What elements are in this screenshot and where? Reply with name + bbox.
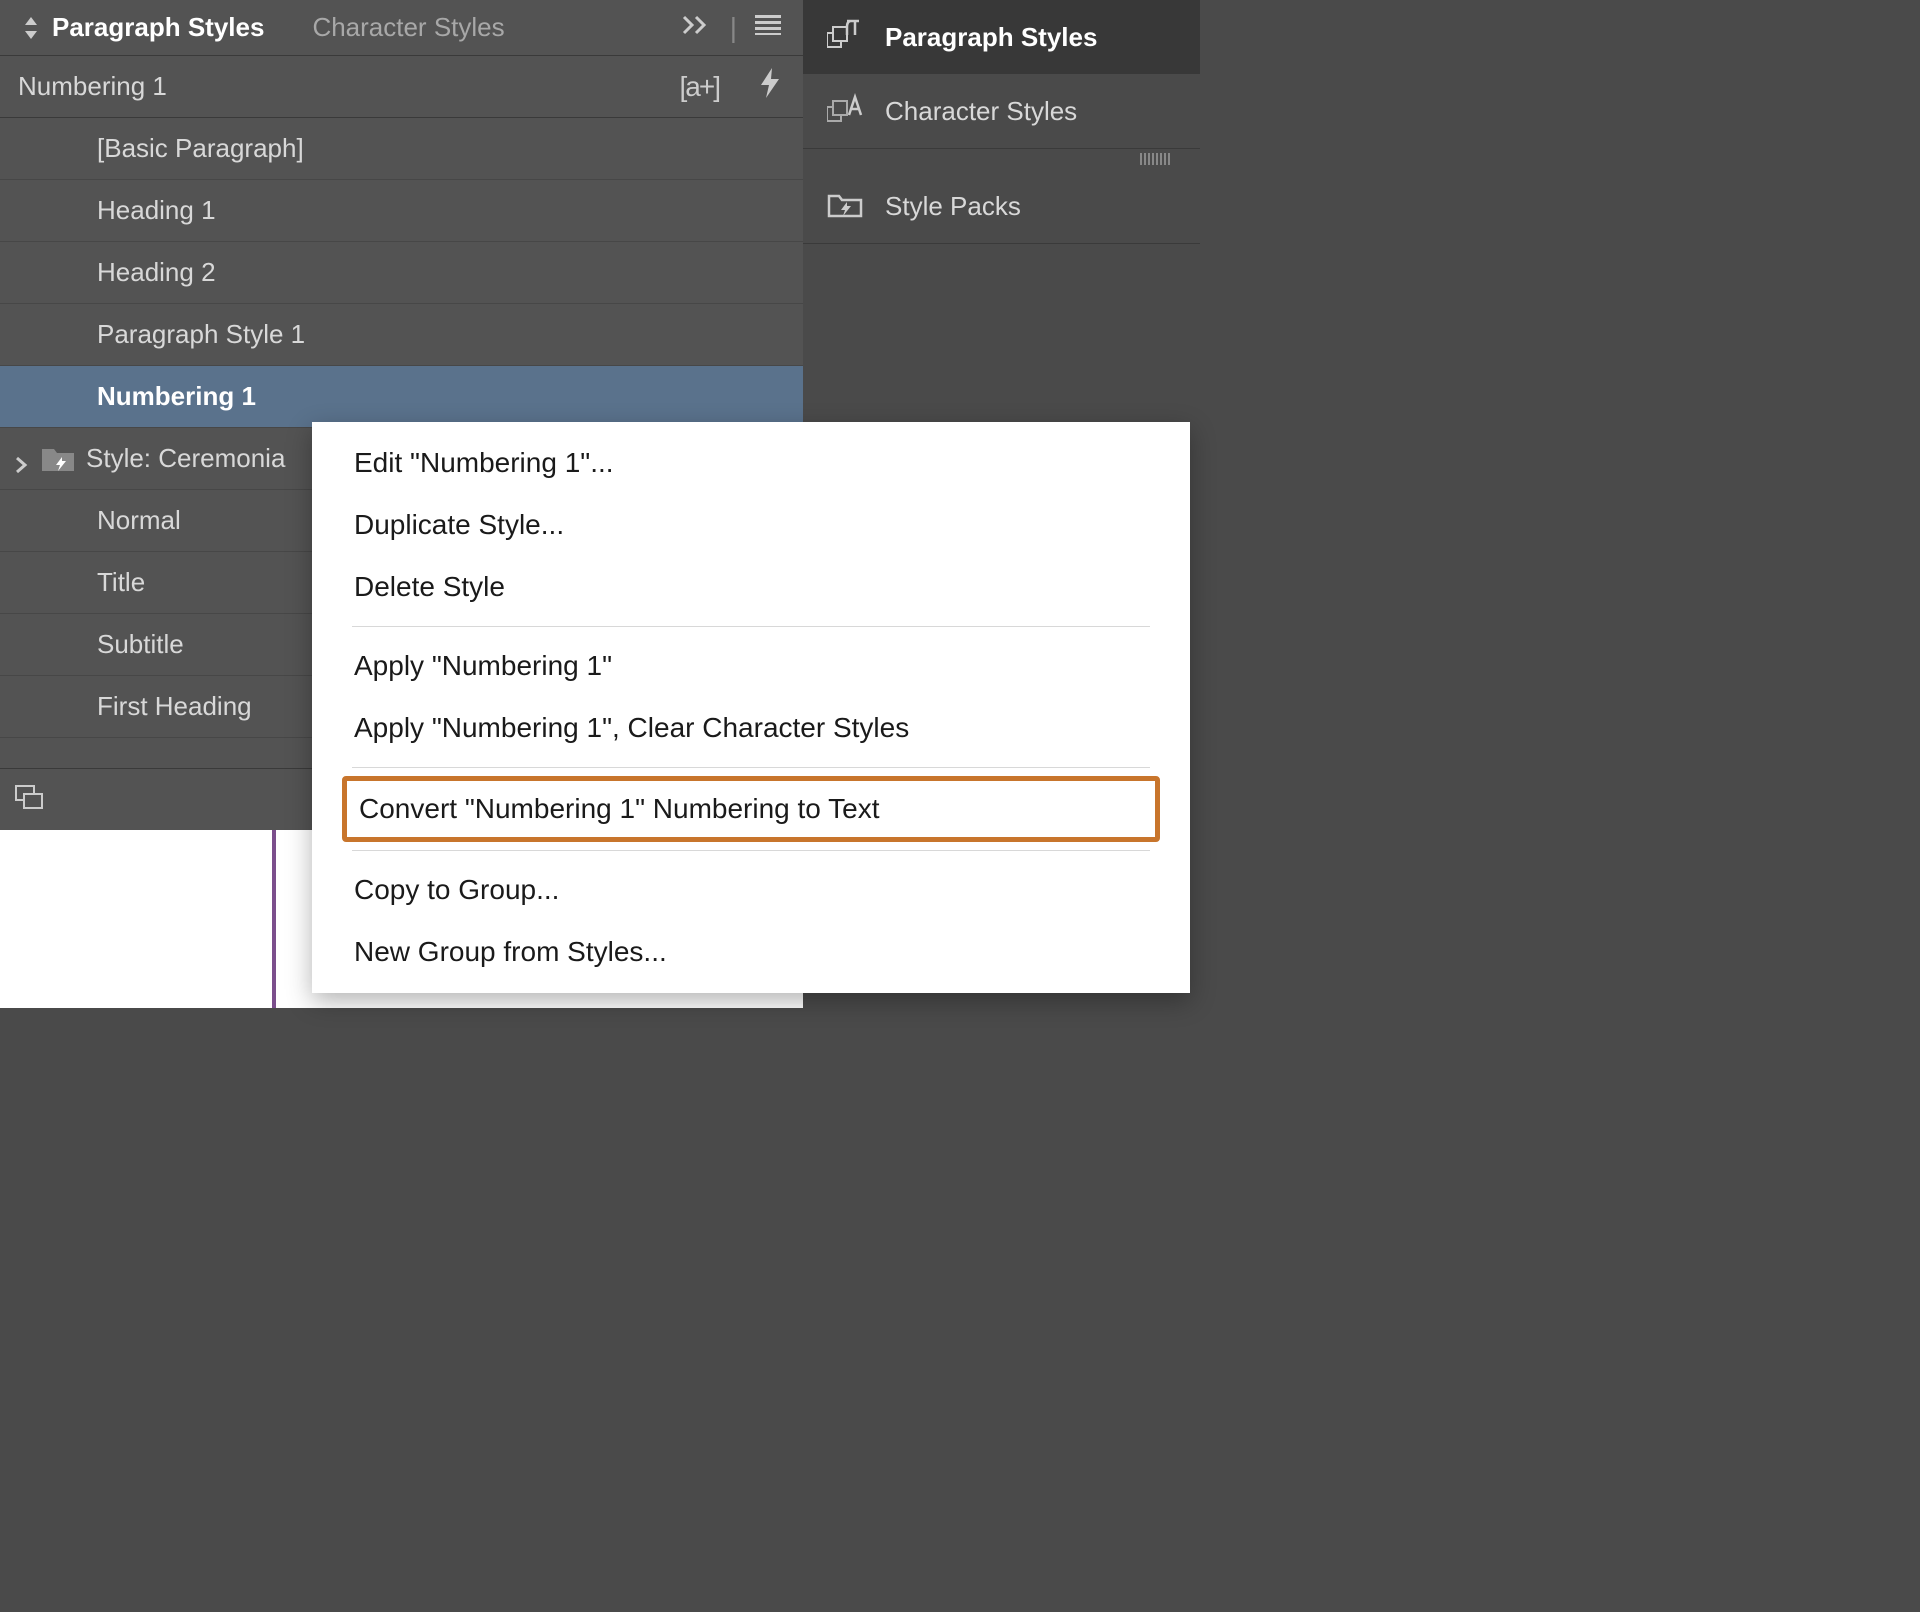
panel-grip[interactable] xyxy=(803,149,1200,169)
menu-copy-to-group[interactable]: Copy to Group... xyxy=(312,859,1190,921)
panel-header: Numbering 1 [a+] xyxy=(0,56,803,118)
quick-apply-icon[interactable] xyxy=(759,68,781,105)
panel-menu-icon[interactable] xyxy=(755,15,781,40)
menu-label: Apply "Numbering 1" xyxy=(354,650,612,681)
paragraph-styles-icon xyxy=(827,19,863,56)
style-label: Heading 1 xyxy=(97,195,216,226)
menu-label: New Group from Styles... xyxy=(354,936,667,967)
menu-duplicate-style[interactable]: Duplicate Style... xyxy=(312,494,1190,556)
panel-tab-controls: | xyxy=(682,12,803,44)
style-item-heading-1[interactable]: Heading 1 xyxy=(0,180,803,242)
menu-label: Convert "Numbering 1" Numbering to Text xyxy=(359,793,880,824)
menu-delete-style[interactable]: Delete Style xyxy=(312,556,1190,618)
style-label: Subtitle xyxy=(97,629,184,660)
style-label: First Heading xyxy=(97,691,252,722)
clear-overrides-icon[interactable] xyxy=(14,784,44,815)
current-style-name: Numbering 1 xyxy=(18,71,167,102)
menu-divider xyxy=(352,626,1150,627)
menu-label: Apply "Numbering 1", Clear Character Sty… xyxy=(354,712,909,743)
style-label: Normal xyxy=(97,505,181,536)
style-label: [Basic Paragraph] xyxy=(97,133,304,164)
collapse-icon[interactable] xyxy=(682,15,712,40)
menu-divider xyxy=(352,767,1150,768)
style-item-paragraph-style-1[interactable]: Paragraph Style 1 xyxy=(0,304,803,366)
highlighted-menu-item: Convert "Numbering 1" Numbering to Text xyxy=(342,776,1160,842)
menu-new-group[interactable]: New Group from Styles... xyxy=(312,921,1190,983)
sort-icon xyxy=(24,17,38,39)
chevron-right-icon xyxy=(12,450,30,468)
style-context-menu: Edit "Numbering 1"... Duplicate Style...… xyxy=(312,422,1190,993)
style-label: Title xyxy=(97,567,145,598)
tab-paragraph-styles[interactable]: Paragraph Styles xyxy=(0,0,288,55)
menu-label: Duplicate Style... xyxy=(354,509,564,540)
new-style-override-icon[interactable]: [a+] xyxy=(680,71,719,103)
side-panel: Paragraph Styles Character Styles Style … xyxy=(803,0,1200,244)
side-label: Character Styles xyxy=(885,96,1077,127)
style-item-numbering-1[interactable]: Numbering 1 xyxy=(0,366,803,428)
tab-label: Paragraph Styles xyxy=(52,12,264,43)
side-item-style-packs[interactable]: Style Packs xyxy=(803,169,1200,243)
style-packs-icon xyxy=(827,188,863,225)
tab-label: Character Styles xyxy=(312,12,504,43)
side-item-paragraph-styles[interactable]: Paragraph Styles xyxy=(803,0,1200,74)
menu-edit-style[interactable]: Edit "Numbering 1"... xyxy=(312,432,1190,494)
character-styles-icon xyxy=(827,93,863,130)
menu-label: Edit "Numbering 1"... xyxy=(354,447,614,478)
style-item-basic-paragraph[interactable]: [Basic Paragraph] xyxy=(0,118,803,180)
style-label: Numbering 1 xyxy=(97,381,256,412)
side-item-character-styles[interactable]: Character Styles xyxy=(803,74,1200,148)
menu-apply-clear[interactable]: Apply "Numbering 1", Clear Character Sty… xyxy=(312,697,1190,759)
style-label: Heading 2 xyxy=(97,257,216,288)
folder-icon xyxy=(40,445,76,473)
side-label: Paragraph Styles xyxy=(885,22,1097,53)
menu-label: Delete Style xyxy=(354,571,505,602)
tab-character-styles[interactable]: Character Styles xyxy=(288,0,528,55)
style-item-heading-2[interactable]: Heading 2 xyxy=(0,242,803,304)
side-label: Style Packs xyxy=(885,191,1021,222)
style-label: Style: Ceremonia xyxy=(86,443,285,474)
divider-icon: | xyxy=(730,12,737,44)
menu-divider xyxy=(352,850,1150,851)
menu-apply-style[interactable]: Apply "Numbering 1" xyxy=(312,635,1190,697)
menu-label: Copy to Group... xyxy=(354,874,559,905)
style-label: Paragraph Style 1 xyxy=(97,319,305,350)
menu-convert-numbering[interactable]: Convert "Numbering 1" Numbering to Text xyxy=(347,781,1155,837)
panel-tabs: Paragraph Styles Character Styles | xyxy=(0,0,803,56)
page-edge xyxy=(272,830,276,1008)
